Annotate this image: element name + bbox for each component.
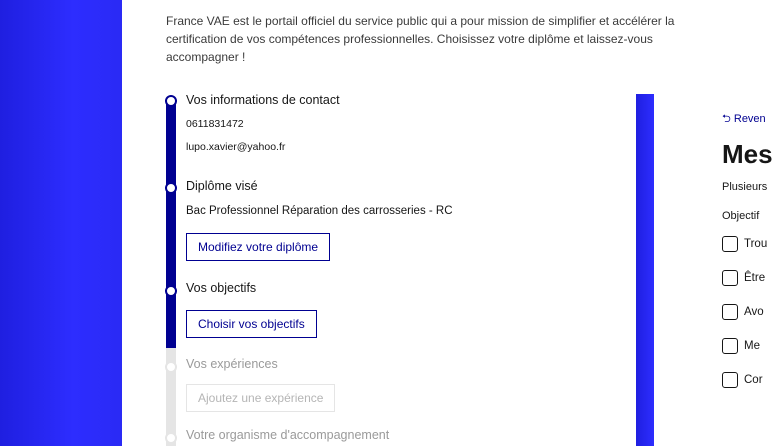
dialog-subtitle: Plusieurs (722, 181, 768, 193)
dialog-title: Mes (722, 139, 773, 169)
step-objectives-title: Vos objectifs (186, 281, 257, 295)
modify-diploma-button[interactable]: Modifiez votre diplôme (186, 233, 331, 261)
back-link-label: Reven (733, 113, 766, 125)
contact-phone: 0611831472 (186, 118, 244, 130)
objective-option[interactable]: Me (722, 338, 760, 354)
timeline-rail-active (166, 100, 176, 348)
objective-option[interactable]: Trou (722, 236, 767, 252)
objectives-dialog: ⮌ Reven Mes Plusieurs Objectif Trou Être… (654, 94, 774, 446)
objective-option[interactable]: Cor (722, 372, 763, 388)
objective-option-label: Me (744, 340, 760, 352)
step-organism-marker (165, 432, 177, 444)
dialog-left-edge (636, 94, 654, 446)
left-decorative-band (0, 0, 122, 446)
step-experiences-title: Vos expériences (186, 357, 278, 371)
step-objectives-marker (165, 285, 177, 297)
diploma-value: Bac Professionnel Réparation des carross… (186, 205, 453, 217)
checkbox[interactable] (722, 372, 738, 388)
step-diploma-title: Diplôme visé (186, 179, 258, 193)
step-contact-marker (165, 95, 177, 107)
step-contact-title: Vos informations de contact (186, 93, 340, 107)
objective-option[interactable]: Être (722, 270, 765, 286)
step-organism-title: Votre organisme d'accompagnement (186, 428, 390, 442)
add-experience-button[interactable]: Ajoutez une expérience (186, 384, 336, 412)
checkbox[interactable] (722, 270, 738, 286)
objective-option-label: Trou (744, 238, 768, 250)
choose-objectives-button[interactable]: Choisir vos objectifs (186, 310, 317, 338)
checkbox[interactable] (722, 338, 738, 354)
step-experiences-marker (165, 361, 177, 373)
intro-text: France VAE est le portail officiel du se… (166, 14, 675, 64)
checkbox[interactable] (722, 236, 738, 252)
objective-option-label: Être (744, 272, 766, 284)
contact-email: lupo.xavier@yahoo.fr (186, 141, 286, 153)
objectives-label: Objectif (722, 210, 760, 222)
undo-arrow-icon: ⮌ (722, 113, 731, 125)
checkbox[interactable] (722, 304, 738, 320)
objective-option[interactable]: Avo (722, 304, 764, 320)
step-diploma-marker (165, 182, 177, 194)
progress-timeline: Vos informations de contact 0611831472 l… (165, 90, 586, 446)
objective-option-label: Cor (744, 374, 763, 386)
back-link[interactable]: ⮌ Reven (722, 110, 766, 129)
objective-option-label: Avo (744, 306, 764, 318)
